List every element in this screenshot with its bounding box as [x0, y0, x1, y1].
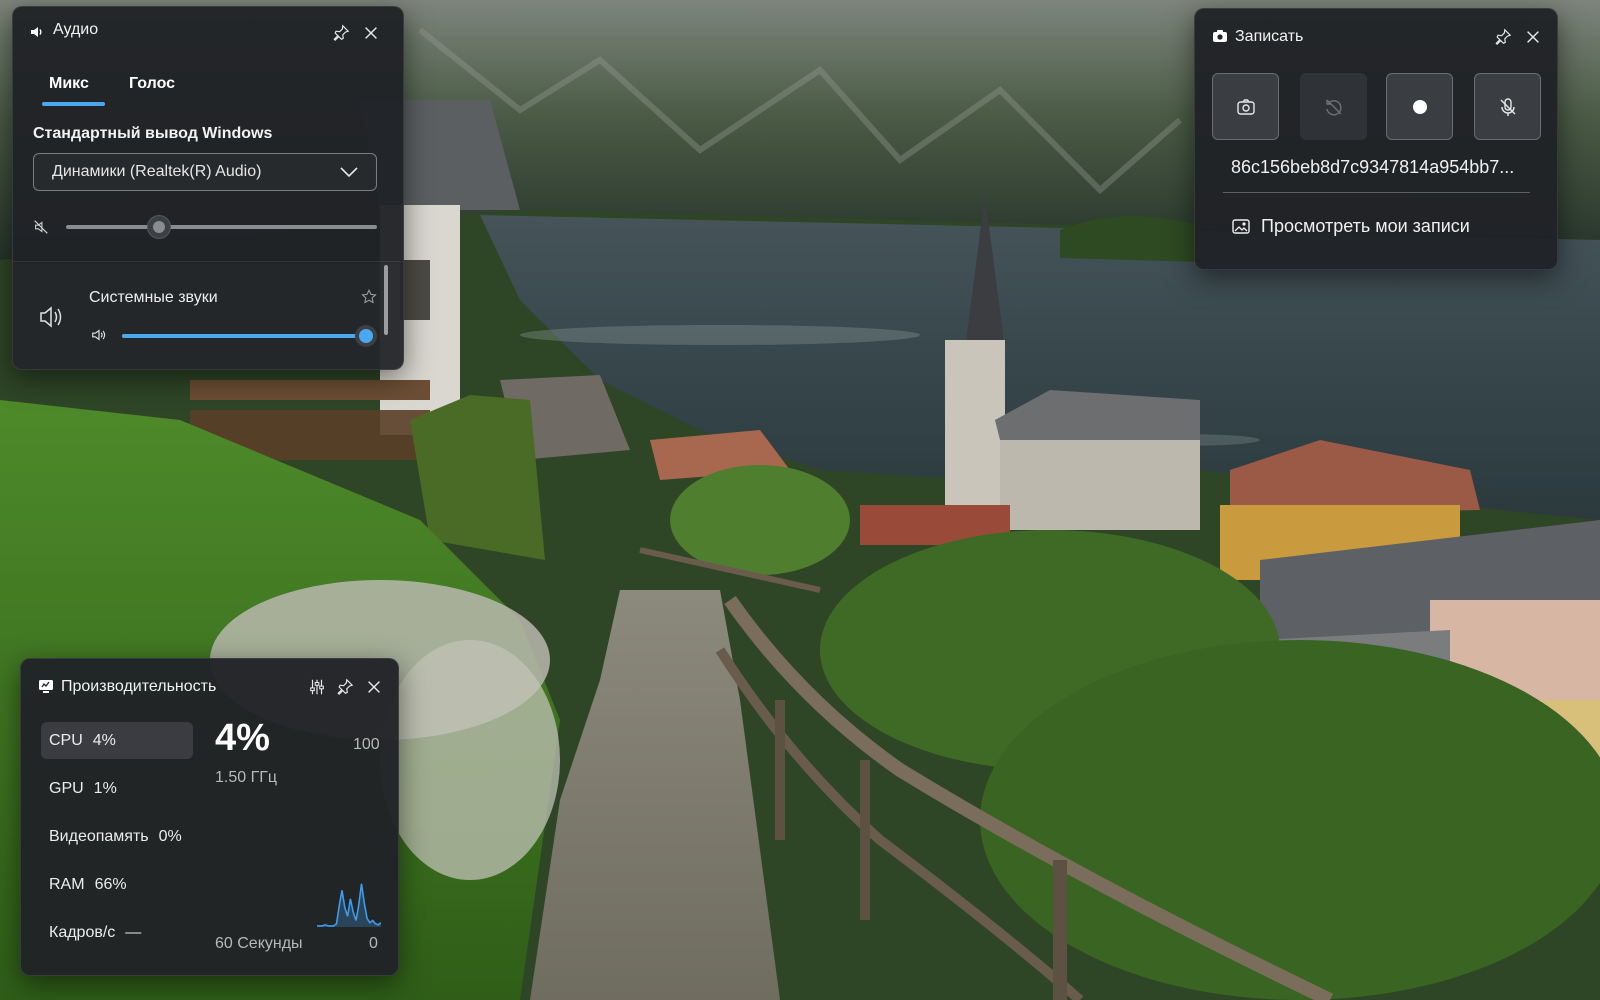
metric-label: Кадров/с: [49, 924, 116, 941]
replay-disabled-icon: [1325, 99, 1342, 115]
output-device-value: Динамики (Realtek(R) Audio): [52, 163, 262, 180]
camera-icon: [1211, 27, 1229, 45]
record-last-button[interactable]: [1300, 73, 1367, 140]
master-volume-track[interactable]: [66, 225, 377, 229]
chevron-down-icon: [340, 167, 358, 178]
metric-value: —: [125, 924, 142, 941]
active-tab-indicator: [42, 102, 105, 106]
system-sounds-row: [13, 263, 403, 369]
metric-value: 4%: [92, 732, 116, 749]
metric-value: 1%: [93, 780, 117, 797]
metric-label: RAM: [49, 876, 85, 893]
metric-label: GPU: [49, 780, 84, 797]
output-section-title: Стандартный вывод Windows: [33, 125, 273, 142]
favorite-star-icon[interactable]: [359, 287, 379, 307]
graph-max-label: 100: [353, 736, 380, 753]
close-icon[interactable]: [361, 23, 381, 43]
section-divider: [13, 261, 403, 262]
view-recordings-label: Просмотреть мои записи: [1261, 216, 1470, 236]
pin-icon[interactable]: [1493, 27, 1513, 47]
camera-icon: [1236, 98, 1255, 115]
mute-icon[interactable]: [31, 217, 51, 237]
metric-value: 0%: [158, 828, 182, 845]
speaker-icon: [29, 24, 45, 40]
settings-sliders-icon[interactable]: [307, 677, 327, 697]
tab-voice[interactable]: Голос: [129, 75, 175, 93]
metric-fps[interactable]: Кадров/с —: [41, 914, 193, 951]
system-sounds-label: Системные звуки: [89, 289, 218, 306]
metric-label: Видеопамять: [49, 828, 149, 845]
close-icon[interactable]: [1523, 27, 1543, 47]
performance-widget-title: Производительность: [61, 678, 217, 695]
start-recording-button[interactable]: [1386, 73, 1453, 140]
system-sounds-fill: [122, 334, 366, 338]
performance-widget: Производительность CPU 4% GPU 1% Видеопамя…: [20, 658, 399, 976]
graph-min-label: 0: [369, 935, 378, 952]
monitor-icon: [37, 677, 55, 695]
audio-widget-title: Аудио: [53, 21, 99, 38]
capture-widget-header: Записать: [1195, 9, 1557, 53]
output-device-select[interactable]: Динамики (Realtek(R) Audio): [33, 153, 377, 191]
record-dot-icon: [1412, 99, 1427, 114]
microphone-off-icon: [1500, 97, 1515, 116]
current-cpu-usage: 4%: [215, 717, 270, 759]
audio-widget-header: Аудио: [13, 7, 403, 51]
capture-widget: Записать 86c156beb8d7c9347814a954bb7... …: [1194, 8, 1558, 270]
pin-icon[interactable]: [335, 677, 355, 697]
time-window-label: 60 Секунды: [215, 935, 303, 952]
scrollbar[interactable]: [384, 265, 388, 335]
performance-widget-header: Производительность: [21, 659, 398, 703]
cpu-usage-graph: [317, 883, 381, 927]
app-speaker-icon: [37, 303, 65, 331]
audio-widget: Аудио Микс Голос Стандартный вывод Windo…: [12, 6, 404, 370]
metric-gpu[interactable]: GPU 1%: [41, 770, 193, 807]
system-sounds-thumb[interactable]: [355, 325, 377, 347]
microphone-button[interactable]: [1474, 73, 1541, 140]
volume-icon[interactable]: [89, 325, 109, 345]
capture-widget-title: Записать: [1235, 28, 1304, 45]
cpu-frequency: 1.50 ГГц: [215, 769, 278, 786]
close-icon[interactable]: [364, 677, 384, 697]
tab-mix[interactable]: Микс: [49, 75, 89, 93]
metric-label: CPU: [49, 732, 83, 749]
pin-icon[interactable]: [331, 23, 351, 43]
metric-value: 66%: [94, 876, 127, 893]
metric-ram[interactable]: RAM 66%: [41, 866, 193, 903]
view-recordings-link[interactable]: Просмотреть мои записи: [1231, 216, 1470, 237]
metric-vram[interactable]: Видеопамять 0%: [41, 818, 193, 855]
gallery-icon: [1232, 218, 1250, 234]
screenshot-button[interactable]: [1212, 73, 1279, 140]
master-volume-thumb[interactable]: [147, 215, 172, 239]
metric-cpu[interactable]: CPU 4%: [41, 722, 193, 759]
section-divider: [1223, 192, 1530, 193]
recording-file-name: 86c156beb8d7c9347814a954bb7...: [1231, 157, 1515, 177]
